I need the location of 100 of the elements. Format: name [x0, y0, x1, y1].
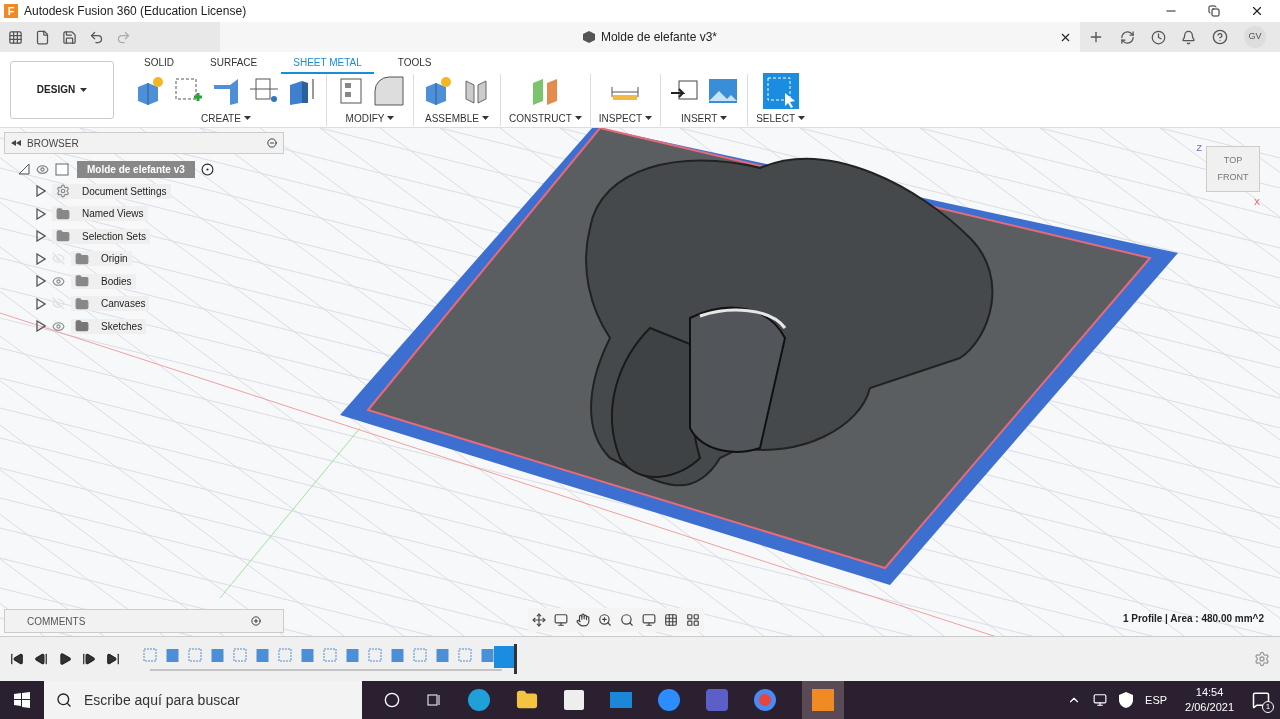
cube-icon: [582, 31, 595, 43]
tool-group-menu[interactable]: MODIFY: [345, 110, 395, 126]
root-component[interactable]: Molde de elefante v3: [77, 160, 195, 178]
eye-icon[interactable]: [52, 319, 65, 333]
item-label: Canvases: [101, 297, 146, 312]
document-tab[interactable]: Molde de elefante v3*: [220, 22, 1080, 52]
folder-icon: [75, 296, 89, 311]
folder-icon: [75, 251, 89, 266]
caret-icon: [387, 116, 395, 120]
expand-triangle-icon[interactable]: [36, 275, 46, 288]
grid-icon[interactable]: [664, 613, 678, 627]
folder-icon: [56, 206, 70, 221]
component-icon: [55, 162, 71, 176]
network-icon[interactable]: [1093, 693, 1108, 707]
viewports-icon[interactable]: [686, 613, 700, 627]
eye-icon[interactable]: [52, 274, 65, 288]
notification-icon[interactable]: [1181, 29, 1197, 45]
tool-group-menu[interactable]: INSERT: [680, 110, 728, 126]
windows-start-icon[interactable]: [14, 692, 30, 708]
tool-group-menu[interactable]: INSPECT: [598, 110, 653, 126]
ribbon-tab[interactable]: SHEET METAL: [281, 54, 374, 74]
apps-grid-icon[interactable]: [8, 29, 23, 45]
expand-triangle-icon[interactable]: [36, 252, 46, 265]
folder-icon: [75, 274, 89, 289]
caret-icon: [720, 116, 728, 120]
cortana-icon[interactable]: [384, 692, 400, 708]
undo-icon[interactable]: [89, 29, 104, 45]
notification-count: 1: [1262, 701, 1274, 713]
expand-triangle-icon[interactable]: [36, 185, 46, 198]
zoom-icon[interactable]: [598, 613, 612, 627]
orbit-icon[interactable]: [532, 613, 546, 627]
language-indicator[interactable]: ESP: [1145, 691, 1168, 709]
expand-triangle-icon[interactable]: [36, 297, 46, 310]
window-title: Autodesk Fusion 360 (Education License): [24, 3, 247, 20]
comments-title: COMMENTS: [27, 614, 86, 629]
tool-group-menu[interactable]: CONSTRUCT: [509, 110, 582, 126]
pan-icon[interactable]: [576, 613, 590, 627]
fillet-icon[interactable]: [373, 75, 405, 107]
item-label: Document Settings: [82, 184, 167, 199]
minimize-panel-icon[interactable]: [267, 138, 277, 148]
shield-icon[interactable]: [1119, 692, 1134, 708]
play-icon[interactable]: [58, 652, 72, 666]
add-comment-icon[interactable]: [251, 616, 261, 626]
item-label: Selection Sets: [82, 229, 146, 244]
search-icon: [56, 692, 72, 708]
browser-item[interactable]: Sketches: [71, 318, 147, 334]
expand-triangle-icon[interactable]: [36, 320, 46, 333]
caret-icon: [645, 116, 653, 120]
gear-icon: [56, 184, 70, 199]
select-icon[interactable]: [762, 72, 799, 109]
tool-group-menu[interactable]: CREATE: [201, 110, 251, 126]
expand-triangle-icon[interactable]: [36, 207, 46, 220]
fit-icon[interactable]: [620, 613, 634, 627]
browser-item[interactable]: Origin: [71, 251, 132, 267]
axis-label: Z: [1196, 142, 1202, 155]
notification-center-icon[interactable]: [1252, 691, 1270, 709]
task-view-icon[interactable]: [426, 692, 442, 708]
browser-item[interactable]: Canvases: [71, 296, 150, 312]
caret-icon: [80, 87, 88, 92]
file-icon[interactable]: [35, 29, 50, 45]
sync-icon[interactable]: [1119, 29, 1135, 45]
caret-icon: [481, 116, 489, 120]
browser-item[interactable]: Named Views: [52, 206, 148, 222]
search-field[interactable]: Escribe aquí para buscar: [44, 681, 362, 719]
display-settings-icon[interactable]: [642, 613, 656, 627]
help-icon[interactable]: [1212, 29, 1229, 45]
item-label: Sketches: [101, 319, 143, 334]
folder-icon[interactable]: [516, 689, 538, 711]
ribbon-tab[interactable]: TOOLS: [385, 54, 444, 74]
tool-group-menu[interactable]: ASSEMBLE: [425, 110, 489, 126]
axis-label: X: [1254, 196, 1260, 209]
save-icon[interactable]: [62, 29, 77, 45]
user-avatar[interactable]: GV: [1244, 26, 1267, 48]
restore-icon[interactable]: [1208, 5, 1220, 17]
collapse-icon[interactable]: [11, 140, 21, 146]
last-step-icon[interactable]: [106, 652, 120, 666]
ribbon-tab[interactable]: SOLID: [132, 54, 186, 74]
expand-triangle-icon[interactable]: [18, 163, 30, 175]
view-cube[interactable]: TOP FRONT: [1206, 146, 1260, 192]
activate-icon[interactable]: [200, 162, 214, 176]
folder-icon: [75, 319, 89, 334]
next-step-icon[interactable]: [82, 652, 96, 666]
previous-step-icon[interactable]: [34, 652, 48, 666]
browser-header: BROWSER: [4, 132, 284, 154]
expand-triangle-icon[interactable]: [36, 230, 46, 243]
caret-icon: [798, 116, 806, 120]
first-step-icon[interactable]: [10, 652, 24, 666]
status-text: 1 Profile | Area : 480.00 mm^2: [1122, 612, 1264, 626]
eye-icon[interactable]: [36, 162, 49, 176]
caret-icon: [243, 116, 251, 120]
browser-item[interactable]: Bodies: [71, 273, 136, 289]
browser-item[interactable]: Document Settings: [52, 183, 171, 199]
tool-group-menu[interactable]: SELECT: [756, 110, 806, 126]
ribbon-tab[interactable]: SURFACE: [198, 54, 270, 74]
clock[interactable]: 14:54 2/06/2021: [1179, 685, 1240, 715]
browser-item[interactable]: Selection Sets: [52, 228, 150, 244]
close-icon[interactable]: [1250, 4, 1264, 18]
workspace-button[interactable]: DESIGN: [10, 60, 114, 119]
clock-icon[interactable]: [1150, 29, 1166, 45]
folder-icon: [56, 229, 70, 244]
